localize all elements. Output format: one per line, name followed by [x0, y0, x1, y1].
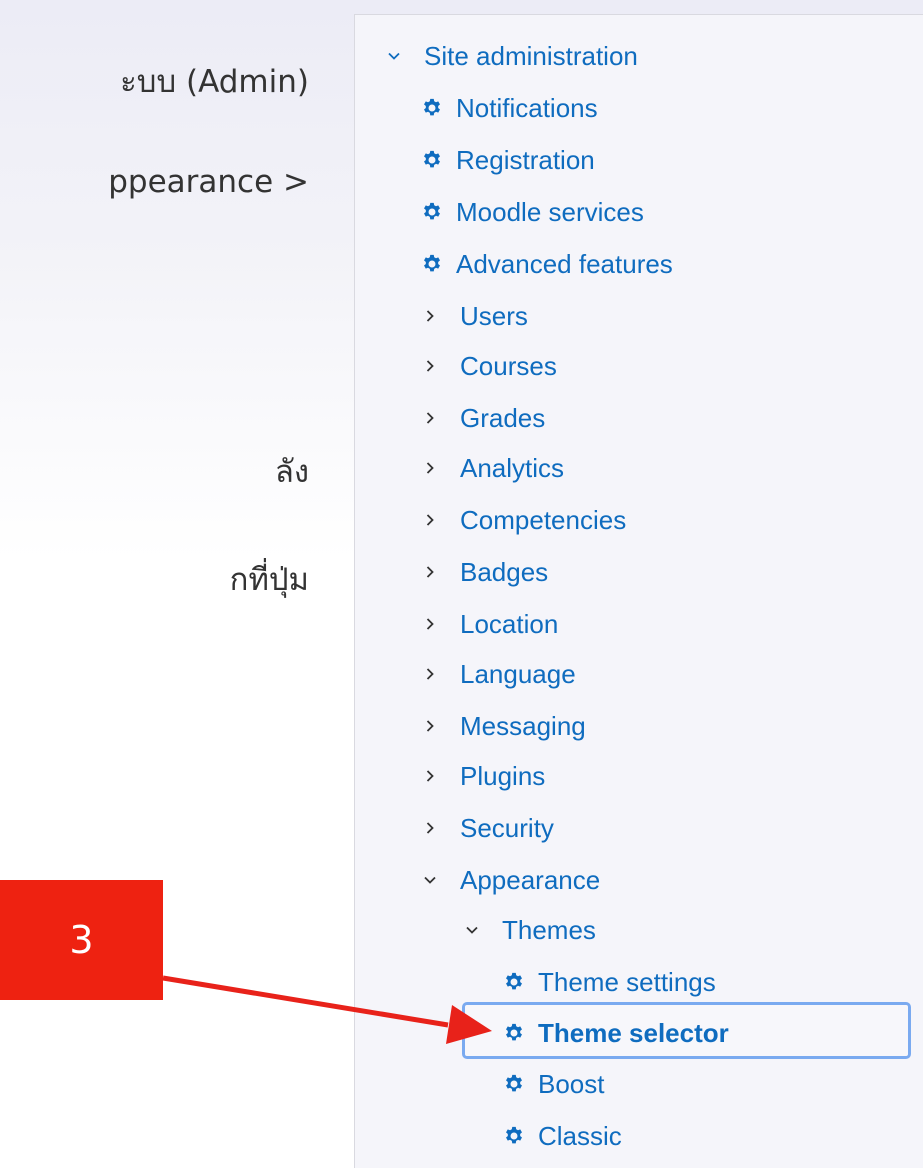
chevron-right-icon [420, 766, 440, 786]
step-callout-box: 3 [0, 880, 163, 1000]
nav-item-label: Users [460, 300, 528, 331]
nav-item-label: Boost [538, 1068, 605, 1099]
gear-icon [420, 148, 444, 172]
nav-item-label: Site administration [424, 40, 638, 71]
nav-item-users[interactable]: Users [420, 298, 528, 334]
nav-item-appearance[interactable]: Appearance [420, 862, 600, 898]
gear-icon [502, 1124, 526, 1148]
nav-item-messaging[interactable]: Messaging [420, 708, 586, 744]
nav-item-themes[interactable]: Themes [462, 912, 596, 948]
nav-item-label: Plugins [460, 760, 546, 791]
gear-icon [420, 200, 444, 224]
nav-item-label: Competencies [460, 504, 627, 535]
nav-item-language[interactable]: Language [420, 656, 576, 692]
chevron-right-icon [420, 458, 440, 478]
instruction-line-2: ppearance > [108, 164, 309, 200]
nav-item-badges[interactable]: Badges [420, 554, 548, 590]
nav-item-label: Location [460, 608, 559, 639]
nav-item-grades[interactable]: Grades [420, 400, 545, 436]
nav-item-label: Appearance [460, 864, 601, 895]
nav-item-moodle-services[interactable]: Moodle services [420, 194, 644, 230]
chevron-right-icon [420, 818, 440, 838]
nav-item-label: Courses [460, 350, 557, 381]
nav-item-label: Classic [538, 1120, 622, 1151]
instruction-line-1: ะบบ (Admin) [120, 64, 309, 100]
nav-item-label: Security [460, 812, 554, 843]
gear-icon [420, 96, 444, 120]
chevron-right-icon [420, 664, 440, 684]
nav-item-analytics[interactable]: Analytics [420, 450, 564, 486]
chevron-right-icon [420, 356, 440, 376]
nav-item-advanced-features[interactable]: Advanced features [420, 246, 673, 282]
nav-item-label: Themes [502, 914, 596, 945]
nav-item-label: Analytics [460, 452, 565, 483]
nav-item-security[interactable]: Security [420, 810, 554, 846]
nav-item-label: Moodle services [456, 196, 644, 227]
nav-item-label: Badges [460, 556, 549, 587]
nav-item-label: Notifications [456, 92, 598, 123]
chevron-down-icon [462, 920, 482, 940]
nav-item-courses[interactable]: Courses [420, 348, 557, 384]
nav-item-label: Theme settings [538, 966, 716, 997]
gear-icon [502, 1021, 526, 1045]
nav-item-label: Advanced features [456, 248, 673, 279]
chevron-right-icon [420, 562, 440, 582]
nav-item-boost[interactable]: Boost [502, 1066, 605, 1102]
nav-item-theme-selector[interactable]: Theme selector [502, 1015, 729, 1051]
nav-item-label: Registration [456, 144, 595, 175]
chevron-right-icon [420, 716, 440, 736]
nav-item-label: Theme selector [538, 1017, 729, 1048]
gear-icon [502, 1072, 526, 1096]
chevron-right-icon [420, 510, 440, 530]
step-number: 3 [69, 918, 94, 962]
nav-item-registration[interactable]: Registration [420, 142, 595, 178]
nav-item-theme-settings[interactable]: Theme settings [502, 964, 716, 1000]
chevron-right-icon [420, 306, 440, 326]
chevron-down-icon [384, 46, 404, 66]
nav-item-notifications[interactable]: Notifications [420, 90, 598, 126]
chevron-down-icon [420, 870, 440, 890]
gear-icon [502, 970, 526, 994]
instruction-line-4: กที่ปุ่ม [229, 562, 309, 598]
instruction-line-3: ลัง [274, 454, 309, 490]
nav-item-label: Messaging [460, 710, 586, 741]
gear-icon [420, 252, 444, 276]
nav-item-competencies[interactable]: Competencies [420, 502, 626, 538]
nav-item-site-administration[interactable]: Site administration [384, 38, 638, 74]
nav-item-classic[interactable]: Classic [502, 1118, 622, 1154]
nav-item-label: Grades [460, 402, 546, 433]
chevron-right-icon [420, 614, 440, 634]
nav-item-plugins[interactable]: Plugins [420, 758, 545, 794]
chevron-right-icon [420, 408, 440, 428]
nav-item-label: Language [460, 658, 576, 689]
nav-item-location[interactable]: Location [420, 606, 558, 642]
